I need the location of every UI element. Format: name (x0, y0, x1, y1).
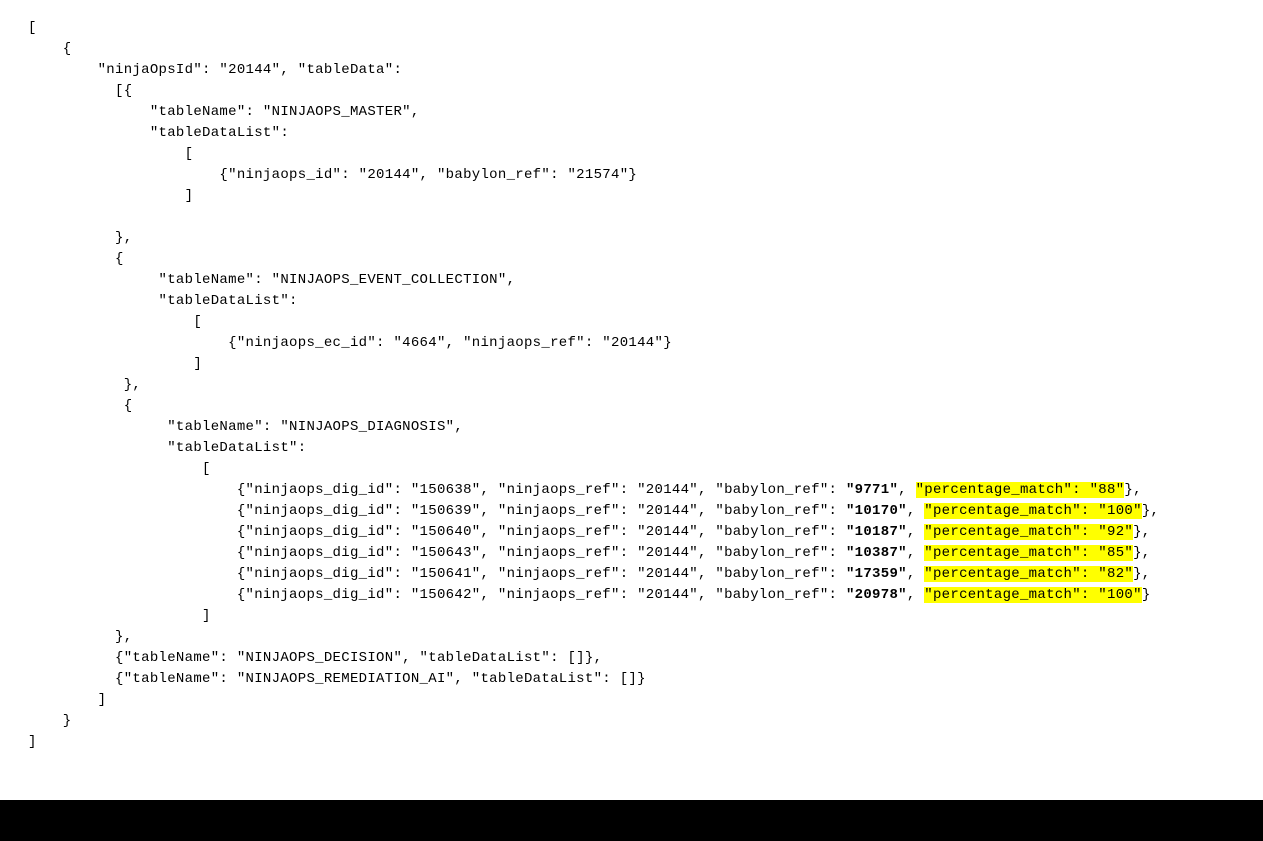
json-document: [ { "ninjaOpsId": "20144", "tableData": … (0, 0, 1263, 800)
